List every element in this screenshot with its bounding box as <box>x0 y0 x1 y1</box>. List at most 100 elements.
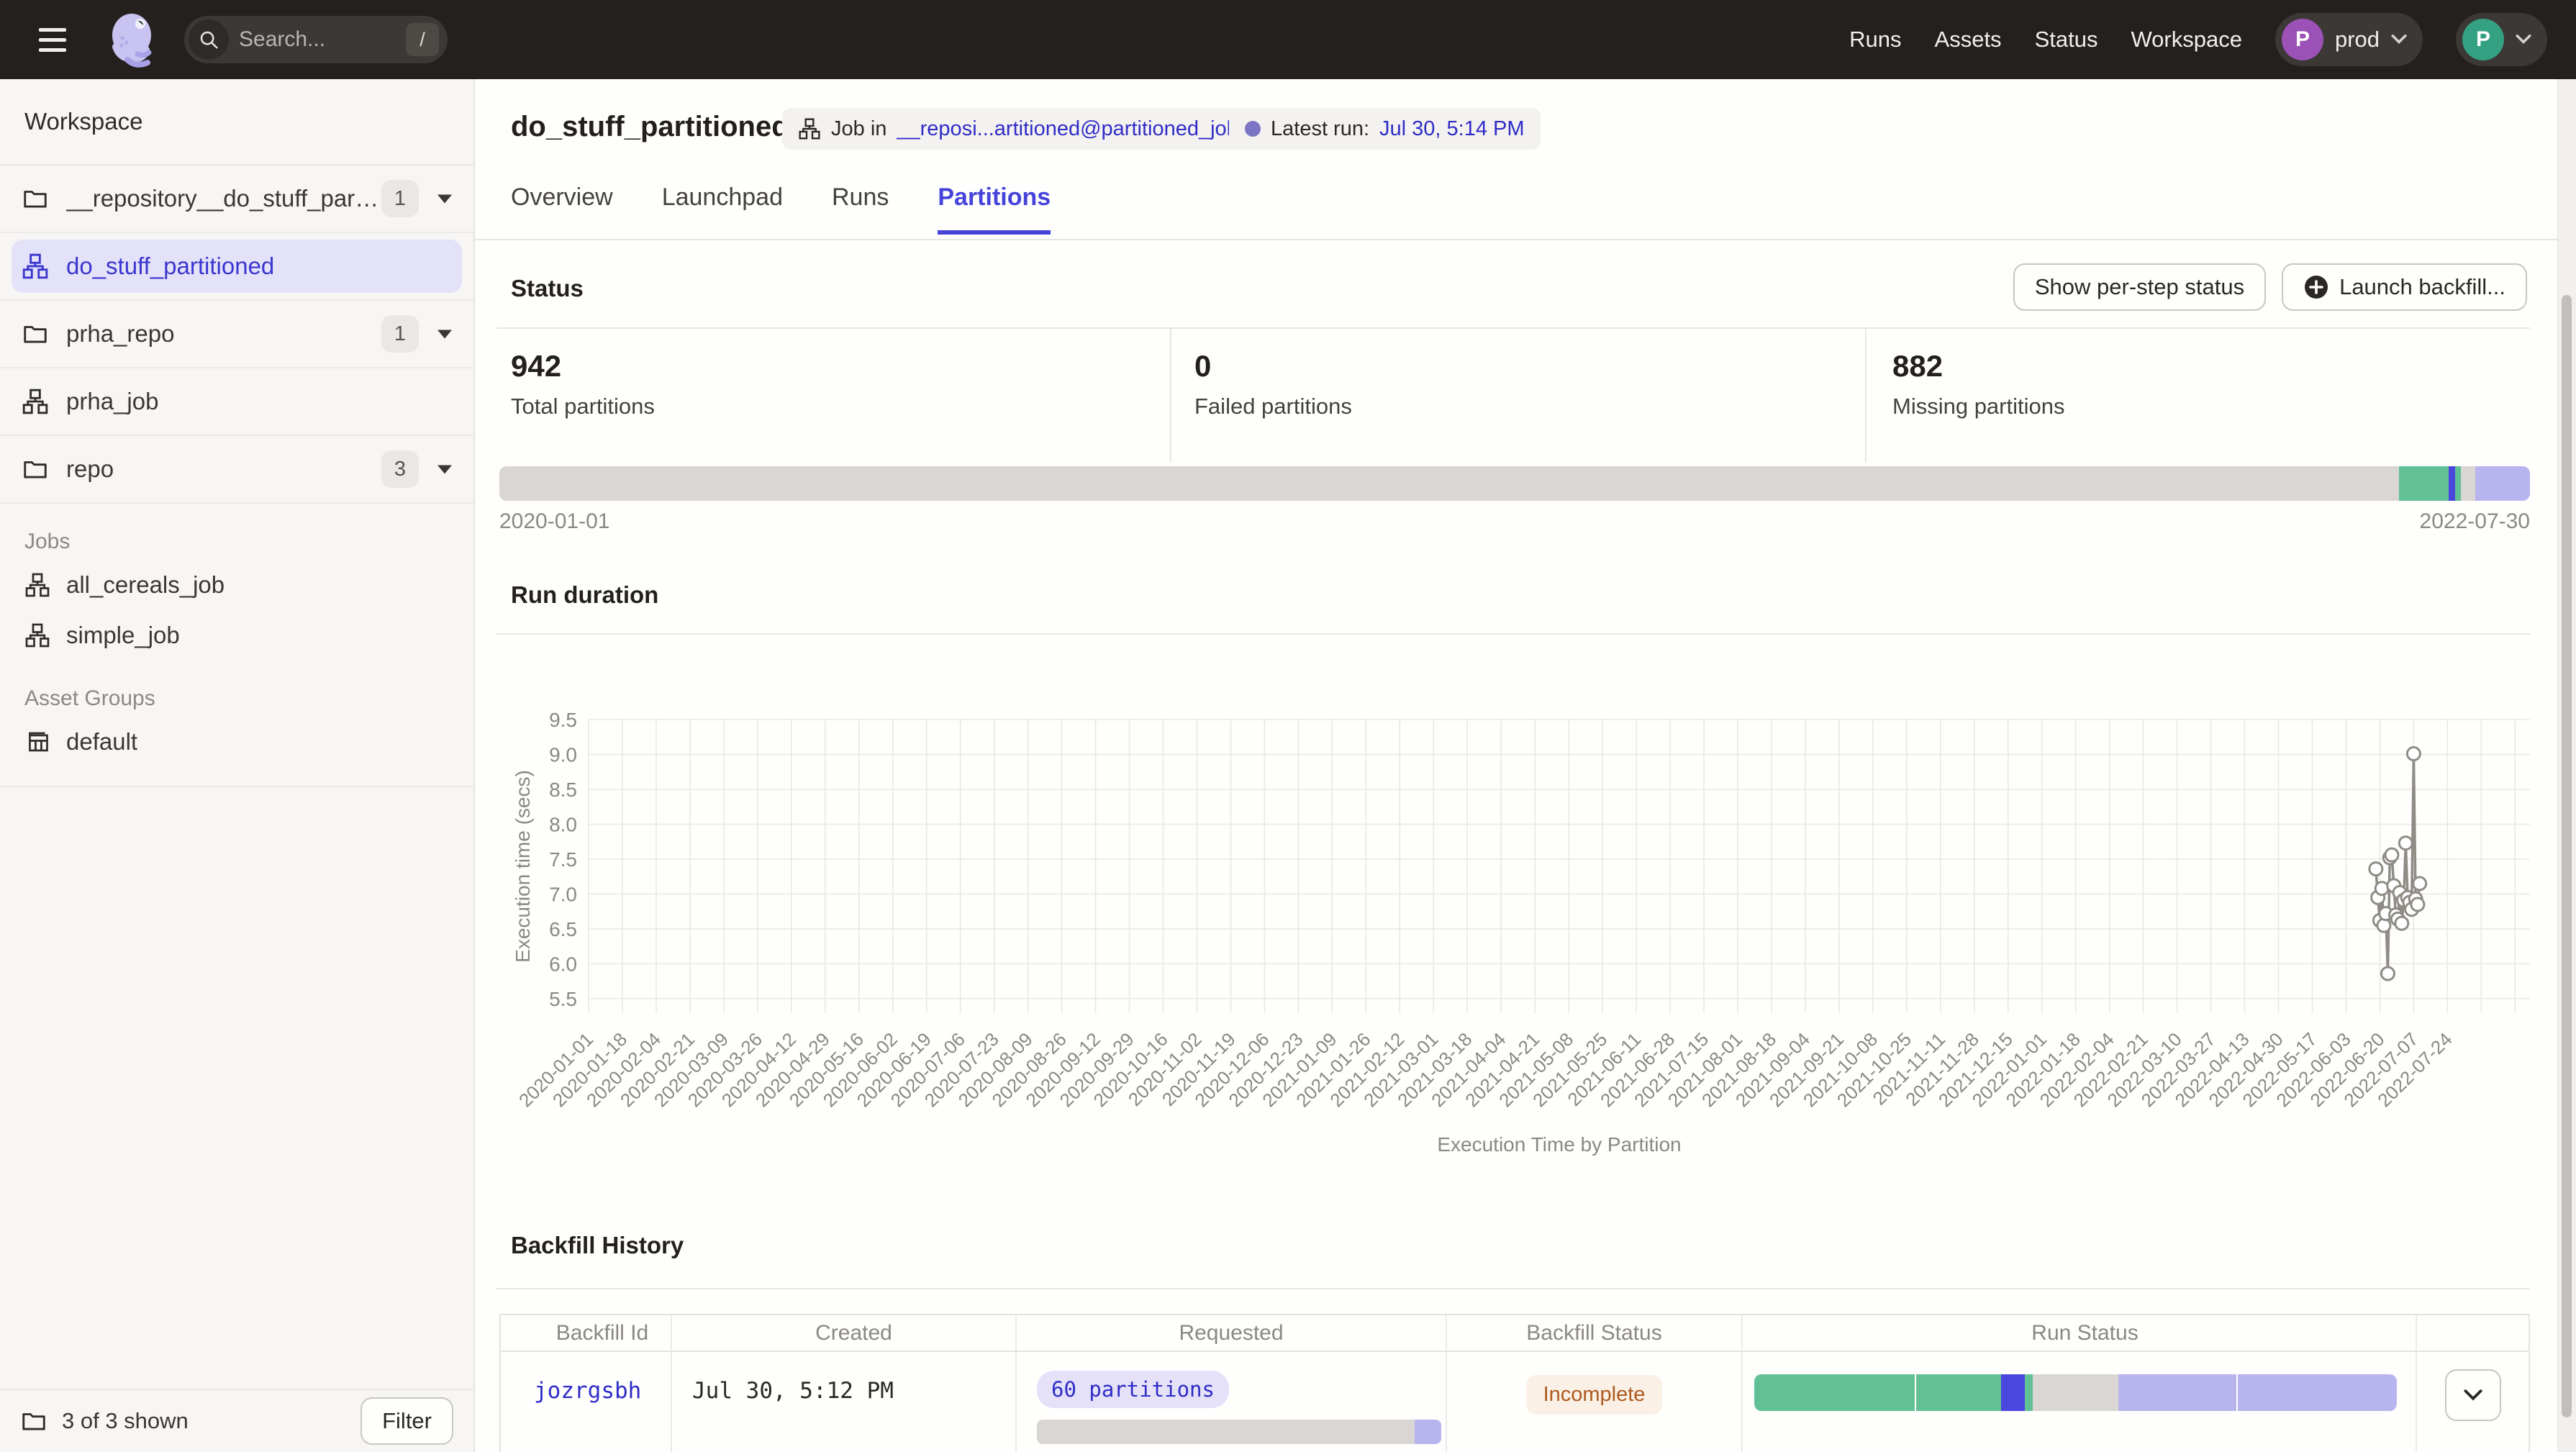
stat-label: Total partitions <box>511 394 655 419</box>
sidebar-item-prha-repo[interactable]: prha_repo 1 <box>0 301 473 368</box>
plus-circle-icon <box>2303 274 2329 300</box>
col-backfill-status: Backfill Status <box>1447 1315 1743 1351</box>
user-menu[interactable]: P <box>2456 13 2547 66</box>
divider <box>1170 327 1171 463</box>
job-icon <box>22 388 50 415</box>
partition-bar-dates: 2020-01-01 2022-07-30 <box>499 509 2530 534</box>
launch-backfill-button[interactable]: Launch backfill... <box>2282 263 2527 311</box>
table-row: jozrgsbh Jul 30, 5:12 PM 60 partitions 2… <box>501 1352 2529 1452</box>
sidebar-item-default-asset-group[interactable]: default <box>0 717 473 767</box>
partition-range-end: 2022-07-30 <box>2420 509 2530 534</box>
user-avatar: P <box>2462 19 2504 60</box>
sidebar-item-all-cereals-job[interactable]: all_cereals_job <box>0 560 473 610</box>
nav-link-status[interactable]: Status <box>2035 27 2098 53</box>
svg-text:7.5: 7.5 <box>549 848 577 871</box>
svg-text:7.0: 7.0 <box>549 884 577 906</box>
sidebar-item-simple-job[interactable]: simple_job <box>0 610 473 661</box>
requested-partitions-pill[interactable]: 60 partitions <box>1037 1371 1229 1408</box>
folder-icon <box>20 1407 49 1435</box>
asset-group-icon <box>24 729 52 755</box>
nav-link-workspace[interactable]: Workspace <box>2131 27 2242 53</box>
job-tag-prefix: Job in <box>831 117 886 141</box>
caret-down-icon[interactable] <box>437 330 452 339</box>
stat-value: 942 <box>511 349 655 384</box>
divider <box>1865 327 1867 463</box>
sidebar-item-label: prha_repo <box>66 320 381 348</box>
sidebar-footer: 3 of 3 shown Filter <box>0 1389 473 1452</box>
stat-failed-partitions: 0 Failed partitions <box>1194 327 1352 463</box>
sidebar-item-repo[interactable]: repo 3 <box>0 436 473 504</box>
vertical-scrollbar <box>2557 79 2576 1452</box>
stat-label: Failed partitions <box>1194 394 1352 419</box>
svg-text:6.5: 6.5 <box>549 918 577 940</box>
search-shortcut-key: / <box>406 23 439 56</box>
latest-run-prefix: Latest run: <box>1271 117 1369 141</box>
run-duration-title: Run duration <box>511 581 658 609</box>
job-icon <box>24 572 52 598</box>
backfill-history-title: Backfill History <box>511 1232 684 1259</box>
stat-value: 882 <box>1892 349 2064 384</box>
nav-link-assets[interactable]: Assets <box>1935 27 2002 53</box>
deployment-switcher[interactable]: P prod <box>2275 13 2423 66</box>
latest-run-link[interactable]: Jul 30, 5:14 PM <box>1379 117 1525 141</box>
col-requested: Requested <box>1017 1315 1447 1351</box>
repos-shown-count: 3 of 3 shown <box>62 1408 360 1434</box>
status-section-title: Status <box>511 275 584 302</box>
run-status-dot <box>1245 121 1261 137</box>
col-actions <box>2417 1315 2529 1351</box>
partition-range-start: 2020-01-01 <box>499 509 609 534</box>
hamburger-menu-icon[interactable] <box>29 9 89 70</box>
filter-button[interactable]: Filter <box>360 1397 453 1445</box>
sidebar-item-label: do_stuff_partitioned <box>66 253 452 280</box>
svg-text:6.0: 6.0 <box>549 953 577 976</box>
backfill-status-badge: Incomplete <box>1526 1375 1663 1415</box>
caret-down-icon[interactable] <box>437 194 452 204</box>
tabs-divider <box>475 239 2576 240</box>
svg-text:8.0: 8.0 <box>549 814 577 836</box>
main-content: do_stuff_partitioned Job in __reposi...a… <box>475 79 2576 1452</box>
sidebar-item-label: repo <box>66 455 381 483</box>
run-status-bar[interactable] <box>1754 1374 2397 1411</box>
folder-icon <box>22 320 50 348</box>
divider <box>496 327 2530 329</box>
sidebar-item-prha-job[interactable]: prha_job <box>0 368 473 436</box>
expand-row-button[interactable] <box>2445 1369 2501 1421</box>
tab-launchpad[interactable]: Launchpad <box>662 183 783 235</box>
col-run-status: Run Status <box>1743 1315 2417 1351</box>
tab-partitions[interactable]: Partitions <box>938 183 1051 235</box>
sidebar-item-do-stuff-partitioned[interactable]: do_stuff_partitioned <box>0 233 473 301</box>
stat-value: 0 <box>1194 349 1352 384</box>
show-per-step-status-button[interactable]: Show per-step status <box>2013 263 2266 311</box>
partition-status-bar[interactable] <box>499 466 2530 501</box>
sidebar-title: Workspace <box>0 79 473 165</box>
svg-text:Execution time (secs): Execution time (secs) <box>512 770 534 963</box>
job-tabs: Overview Launchpad Runs Partitions <box>511 183 1051 235</box>
nav-link-runs[interactable]: Runs <box>1849 27 1901 53</box>
dagster-logo-icon[interactable] <box>102 9 164 71</box>
job-location-link[interactable]: __reposi...artitioned@partitioned_job <box>897 117 1238 141</box>
top-nav: / Runs Assets Status Workspace P prod P <box>0 0 2576 79</box>
svg-text:9.0: 9.0 <box>549 744 577 766</box>
global-search[interactable]: / <box>184 16 448 63</box>
job-location-tag: Job in __reposi...artitioned@partitioned… <box>782 108 1286 150</box>
scrollbar-thumb[interactable] <box>2562 295 2572 1417</box>
tab-overview[interactable]: Overview <box>511 183 613 235</box>
backfill-id-link[interactable]: jozrgsbh <box>534 1378 671 1404</box>
page-title: do_stuff_partitioned <box>511 111 789 143</box>
folder-icon <box>22 455 50 483</box>
requested-range-bar <box>1037 1420 1441 1444</box>
stat-total-partitions: 942 Total partitions <box>511 327 655 463</box>
search-icon <box>189 19 229 60</box>
tab-runs[interactable]: Runs <box>832 183 889 235</box>
chevron-down-icon <box>2464 1389 2482 1402</box>
latest-run-tag: Latest run: Jul 30, 5:14 PM <box>1229 108 1541 150</box>
run-duration-chart-wrap: 5.56.06.57.07.58.08.59.09.52020-01-01202… <box>496 691 2576 1194</box>
search-input[interactable] <box>229 27 406 52</box>
caret-down-icon[interactable] <box>437 465 452 474</box>
sidebar-item-repository[interactable]: __repository__do_stuff_partitio... 1 <box>0 165 473 233</box>
table-header-row: Backfill Id Created Requested Backfill S… <box>501 1315 2529 1352</box>
stat-missing-partitions: 882 Missing partitions <box>1892 327 2064 463</box>
sidebar-item-label: all_cereals_job <box>66 571 449 599</box>
count-badge: 1 <box>381 315 419 353</box>
folder-icon <box>22 185 50 212</box>
